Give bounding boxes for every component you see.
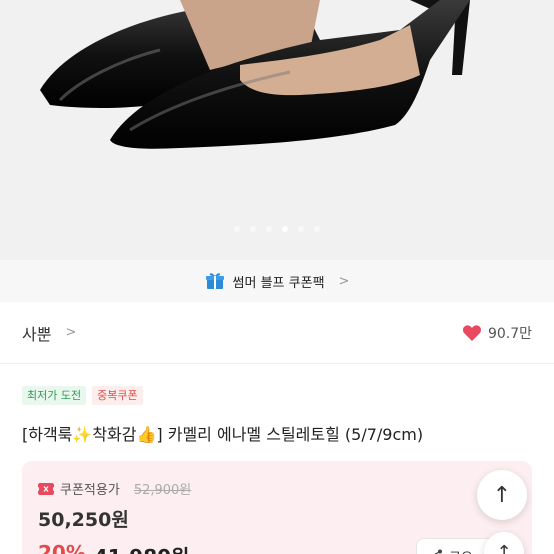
duplicate-coupon-badge: 중복쿠폰: [92, 386, 143, 405]
brand-name[interactable]: 사뿐: [22, 321, 51, 345]
carousel-dot[interactable]: [250, 226, 256, 232]
carousel-dot[interactable]: [298, 226, 304, 232]
coupon-price: 50,250원: [38, 509, 129, 531]
sale-price-row: 20% 41,980원: [38, 541, 189, 554]
product-image: [0, 0, 554, 260]
carousel-dot[interactable]: [314, 226, 320, 232]
gift-icon: [205, 273, 224, 289]
scroll-to-top-button[interactable]: ↑: [477, 470, 527, 520]
arrow-up-icon: ↑: [492, 482, 512, 508]
ticket-icon: [38, 482, 54, 495]
carousel-dot[interactable]: [266, 226, 272, 232]
share-label: 공유: [449, 547, 473, 554]
arrow-up-icon: ↑: [496, 541, 512, 554]
product-image-carousel[interactable]: [0, 0, 554, 260]
chevron-right-icon[interactable]: >: [65, 325, 76, 340]
heart-icon: [462, 324, 481, 341]
coupon-pack-banner[interactable]: 썸머 블프 쿠폰팩 >: [0, 260, 554, 302]
carousel-dot-active[interactable]: [282, 226, 288, 232]
chevron-right-icon: >: [338, 273, 350, 289]
share-icon: [434, 549, 442, 554]
like-button[interactable]: 90.7만: [462, 323, 532, 343]
like-count: 90.7만: [487, 325, 532, 342]
coupon-pack-label: 썸머 블프 쿠폰팩: [232, 275, 325, 291]
badge-list: 최저가 도전 중복쿠폰: [22, 386, 143, 405]
discount-rate: 20%: [38, 541, 86, 554]
final-price: 41,980원: [94, 541, 190, 554]
coupon-price-label-row: 쿠폰적용가 52,900원: [38, 479, 191, 498]
lowest-price-badge: 최저가 도전: [22, 386, 87, 405]
brand-row: 사뿐 > 90.7만: [0, 302, 554, 364]
original-price: 52,900원: [133, 483, 192, 498]
coupon-price-label: 쿠폰적용가: [60, 483, 120, 498]
carousel-indicator: [0, 226, 554, 232]
carousel-dot[interactable]: [234, 226, 240, 232]
product-title: [하객룩✨착화감👍] 카멜리 에나멜 스틸레토힐 (5/7/9cm): [22, 425, 424, 444]
